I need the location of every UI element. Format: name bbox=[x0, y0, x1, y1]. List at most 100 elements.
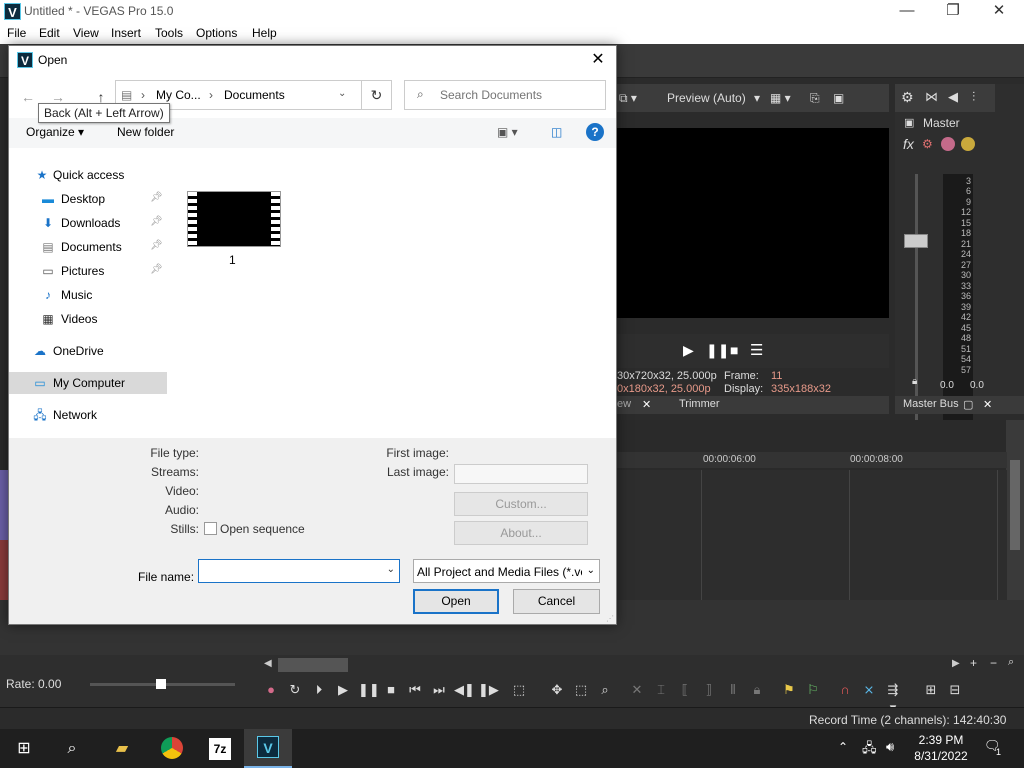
close-tab-icon[interactable]: ✕ bbox=[983, 398, 992, 411]
open-button[interactable]: Open bbox=[413, 589, 499, 614]
minimize-button[interactable]: — bbox=[884, 0, 930, 24]
preview-pane-icon[interactable]: ◫ bbox=[551, 125, 562, 139]
scroll-right-icon[interactable]: ▶ bbox=[952, 658, 960, 669]
chrome-icon[interactable] bbox=[148, 729, 196, 768]
zoom-in-icon[interactable]: + bbox=[970, 656, 977, 670]
search-icon[interactable]: ⌕ bbox=[48, 729, 96, 768]
help-icon[interactable]: ? bbox=[586, 123, 604, 141]
sidebar-item-music[interactable]: ♪ Music bbox=[9, 284, 167, 306]
ignore-grouping-icon[interactable]: ⊟ bbox=[946, 681, 964, 699]
sidebar-item-downloads[interactable]: ⬇ Downloads 📌︎ bbox=[9, 212, 167, 234]
auto-crossfade-icon[interactable]: ⨯ bbox=[860, 681, 878, 699]
mute-icon[interactable] bbox=[941, 137, 955, 151]
file-item-thumbnail[interactable] bbox=[187, 191, 281, 247]
save-snapshot-icon[interactable]: ▣ bbox=[833, 91, 844, 105]
envelope-tool-icon[interactable]: ✥ bbox=[548, 681, 566, 699]
sidebar-item-videos[interactable]: ▦ Videos bbox=[9, 308, 167, 330]
clock[interactable]: 2:39 PM 8/31/2022 bbox=[906, 732, 976, 764]
marker-icon[interactable]: ⚑ bbox=[780, 681, 798, 699]
region-icon[interactable]: ⚐ bbox=[804, 681, 822, 699]
zoom-out-icon[interactable]: − bbox=[990, 656, 997, 670]
normal-edit-tool-icon[interactable]: ⬚ bbox=[510, 681, 528, 699]
previous-frame-icon[interactable]: ◀❚ bbox=[454, 681, 475, 699]
split-icon[interactable]: ⫴ bbox=[724, 681, 742, 699]
pause-icon[interactable]: ❚❚ bbox=[358, 681, 380, 699]
search-box[interactable]: ⌕ bbox=[404, 80, 606, 110]
scrollbar-thumb[interactable] bbox=[1010, 460, 1020, 550]
dim-icon[interactable]: ◀︎ bbox=[948, 89, 958, 105]
about-button[interactable]: About... bbox=[454, 521, 588, 545]
lock-icon[interactable]: 🔒︎ bbox=[748, 681, 766, 699]
stop-icon[interactable]: ■ bbox=[382, 681, 400, 699]
chevron-down-icon[interactable]: ⌄ bbox=[338, 88, 346, 99]
resize-grip-icon[interactable]: ⋰ bbox=[606, 614, 614, 623]
menu-file[interactable]: File bbox=[7, 26, 26, 40]
open-sequence-label[interactable]: Open sequence bbox=[220, 522, 305, 536]
split-screen-icon[interactable]: ⧉ ▾ bbox=[619, 91, 637, 106]
chevron-down-icon[interactable]: ⌄ bbox=[387, 564, 395, 575]
selection-tool-icon[interactable]: ⬚ bbox=[572, 681, 590, 699]
volume-icon[interactable]: 🔊︎ bbox=[886, 739, 894, 755]
vertical-scrollbar[interactable] bbox=[1006, 420, 1024, 600]
preview-quality-dropdown[interactable]: Preview (Auto) bbox=[667, 91, 746, 105]
breadcrumb-documents[interactable]: Documents bbox=[224, 88, 285, 102]
custom-button[interactable]: Custom... bbox=[454, 492, 588, 516]
organize-button[interactable]: Organize ▾ bbox=[26, 125, 84, 139]
fx-icon[interactable]: fx bbox=[903, 136, 914, 152]
overlays-icon[interactable]: ▦ ▾ bbox=[770, 91, 791, 105]
sidebar-item-quick-access[interactable]: ★ Quick access bbox=[9, 164, 167, 186]
solo-icon[interactable] bbox=[961, 137, 975, 151]
copy-snapshot-icon[interactable]: ⎘ bbox=[810, 91, 820, 106]
delete-icon[interactable]: ✕ bbox=[628, 681, 646, 699]
trim-start-icon[interactable]: ⟦ bbox=[676, 681, 694, 699]
sidebar-item-desktop[interactable]: ▬ Desktop 📌︎ bbox=[9, 188, 167, 210]
horizontal-scrollbar[interactable] bbox=[278, 658, 348, 672]
mixer-icon[interactable]: ⫶ bbox=[972, 89, 975, 105]
zoom-tool-icon[interactable]: ⌕ bbox=[596, 681, 614, 699]
timeline-tracks[interactable] bbox=[617, 470, 1007, 600]
windows-start-icon[interactable]: ⊞ bbox=[0, 729, 48, 768]
menu-tools[interactable]: Tools bbox=[155, 26, 183, 40]
menu-view[interactable]: View bbox=[73, 26, 99, 40]
play-from-start-icon[interactable]: ⏵ bbox=[310, 681, 328, 699]
menu-help[interactable]: Help bbox=[252, 26, 277, 40]
magnifier-icon[interactable]: ⌕ bbox=[1008, 656, 1014, 669]
file-item-name[interactable]: 1 bbox=[229, 253, 236, 267]
master-fader[interactable] bbox=[904, 234, 928, 248]
master-bus-label[interactable]: Master Bus bbox=[903, 398, 959, 410]
refresh-button[interactable]: ↻ bbox=[362, 80, 392, 110]
chevron-up-icon[interactable]: ⌃ bbox=[838, 740, 848, 754]
open-sequence-checkbox[interactable] bbox=[204, 522, 217, 535]
timeline-ruler[interactable]: 00:00:06:00 00:00:08:00 bbox=[617, 452, 1007, 468]
fx-chain-icon[interactable]: ⚙ bbox=[922, 137, 933, 151]
new-folder-button[interactable]: New folder bbox=[117, 125, 174, 139]
lock-envelopes-icon[interactable]: ⊞ bbox=[922, 681, 940, 699]
network-icon[interactable]: 🖧︎ bbox=[862, 739, 877, 761]
tab-trimmer[interactable]: Trimmer bbox=[679, 398, 720, 410]
file-name-input[interactable] bbox=[202, 563, 377, 579]
breadcrumb-my-computer[interactable]: My Co... bbox=[156, 88, 201, 102]
file-name-combobox[interactable]: ⌄ bbox=[198, 559, 400, 583]
menu-insert[interactable]: Insert bbox=[111, 26, 141, 40]
gear-icon[interactable]: ⚙ bbox=[901, 89, 914, 106]
menu-options[interactable]: Options bbox=[196, 26, 237, 40]
chevron-down-icon[interactable]: ▾ bbox=[754, 91, 760, 105]
seven-zip-icon[interactable]: 7z bbox=[196, 729, 244, 768]
master-checkbox-icon[interactable]: ▣ bbox=[904, 116, 914, 129]
sidebar-item-network[interactable]: 🖧︎ Network bbox=[9, 404, 167, 426]
sidebar-item-onedrive[interactable]: ☁ OneDrive bbox=[9, 340, 167, 362]
play-icon[interactable]: ▶ bbox=[683, 342, 694, 359]
stop-icon[interactable]: ■ bbox=[730, 342, 738, 358]
downmix-icon[interactable]: ⋈ bbox=[925, 89, 938, 105]
loop-icon[interactable]: ↻ bbox=[286, 681, 304, 699]
trim-end-icon[interactable]: ⟧ bbox=[700, 681, 718, 699]
back-button[interactable]: ← bbox=[18, 87, 38, 107]
search-input[interactable] bbox=[440, 86, 600, 104]
lock-icon[interactable]: 🔒︎ bbox=[912, 376, 917, 387]
file-explorer-icon[interactable]: ▰ bbox=[98, 729, 146, 768]
cancel-button[interactable]: Cancel bbox=[513, 589, 600, 614]
pause-icon[interactable]: ❚❚ bbox=[706, 342, 729, 359]
trim-icon[interactable]: ⌶ bbox=[652, 681, 670, 699]
chevron-down-icon[interactable]: ⌄ bbox=[587, 565, 595, 576]
rate-slider[interactable] bbox=[156, 679, 166, 689]
